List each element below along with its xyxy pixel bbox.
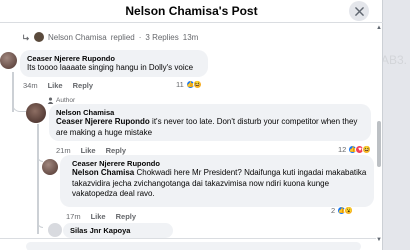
comment-time[interactable]: 21m: [56, 146, 71, 155]
mention-link[interactable]: Nelson Chamisa: [72, 168, 134, 177]
author-icon: [47, 97, 54, 104]
comment-actions: 21m Like Reply: [56, 146, 126, 155]
avatar[interactable]: [48, 223, 62, 237]
avatar[interactable]: [26, 103, 46, 123]
comment-bubble: Silas Jnr Kapoya: [63, 223, 173, 238]
commenter-name[interactable]: Silas Jnr Kapoya: [70, 226, 166, 235]
author-badge: Author: [47, 97, 75, 104]
replier-name: Nelson Chamisa: [48, 32, 107, 42]
reply-count: 3 Replies: [145, 32, 179, 42]
laugh-reaction-icon: 😆: [362, 145, 372, 154]
reaction-count: 2: [331, 206, 336, 215]
mention-link[interactable]: Ceaser Njerere Rupondo: [56, 117, 150, 126]
reply-arrow-icon: [23, 34, 30, 41]
close-icon: [354, 6, 364, 16]
comment-text: Nelson Chamisa Chokwadi here Mr Presiden…: [72, 168, 367, 199]
reply-button[interactable]: Reply: [73, 81, 93, 90]
reaction-count: 11: [176, 80, 184, 89]
comment-bubble: Ceaser Njerere Rupondo Nelson Chamisa Ch…: [60, 155, 374, 207]
post-dialog: Nelson Chamisa's Post ▲ ▼ Nelson Chamisa…: [0, 0, 383, 250]
like-button[interactable]: Like: [81, 146, 96, 155]
scroll-thumb[interactable]: [377, 121, 381, 167]
comment-bubble: Ceaser Njerere Rupondo Its toooo laaaate…: [20, 50, 208, 77]
scroll-down-icon[interactable]: ▼: [376, 237, 382, 243]
scroll-up-icon[interactable]: ▲: [376, 25, 382, 31]
separator: ·: [138, 32, 142, 42]
reaction-summary[interactable]: 2 👍 😮: [331, 206, 354, 215]
dialog-title: Nelson Chamisa's Post: [125, 4, 258, 18]
like-button[interactable]: Like: [48, 81, 63, 90]
background-text: AB3.: [381, 53, 408, 67]
comment-time[interactable]: 17m: [66, 212, 81, 221]
commenter-name[interactable]: Ceaser Njerere Rupondo: [67, 159, 367, 168]
reply-button[interactable]: Reply: [116, 212, 136, 221]
comment-composer: [0, 238, 376, 250]
comment-actions: 17m Like Reply: [66, 212, 136, 221]
reaction-count: 12: [338, 145, 347, 154]
close-button[interactable]: [349, 1, 369, 21]
reaction-summary[interactable]: 11 👍 😆: [176, 80, 202, 89]
background-page: AB3.: [381, 0, 410, 250]
dialog-header: Nelson Chamisa's Post: [0, 0, 383, 23]
scrollbar[interactable]: ▲ ▼: [376, 25, 382, 245]
comment-bubble: Nelson Chamisa Ceaser Njerere Rupondo it…: [49, 104, 371, 141]
commenter-name[interactable]: Nelson Chamisa: [56, 108, 364, 117]
author-label: Author: [56, 97, 76, 104]
like-button[interactable]: Like: [91, 212, 106, 221]
replied-time: 13m: [182, 32, 199, 42]
wow-reaction-icon: 😮: [344, 206, 354, 215]
reply-button[interactable]: Reply: [106, 146, 126, 155]
avatar[interactable]: [42, 159, 58, 175]
thread-connector: [12, 100, 26, 112]
comment-actions: 34m Like Reply: [23, 81, 93, 90]
comment-input[interactable]: [26, 242, 361, 250]
avatar[interactable]: [0, 52, 17, 69]
avatar: [34, 32, 44, 42]
comment-text: Its toooo laaaate singing hangu in Dolly…: [27, 63, 194, 72]
replies-summary[interactable]: Nelson Chamisa replied · 3 Replies 13m: [22, 32, 198, 42]
reaction-summary[interactable]: 12 👍 ♥ 😆: [338, 145, 372, 154]
commenter-name[interactable]: Ceaser Njerere Rupondo: [27, 54, 201, 63]
comment-time[interactable]: 34m: [23, 81, 38, 90]
laugh-reaction-icon: 😆: [192, 80, 202, 89]
replied-action: replied: [110, 32, 135, 42]
comment-text: Ceaser Njerere Rupondo it's never too la…: [56, 117, 358, 137]
